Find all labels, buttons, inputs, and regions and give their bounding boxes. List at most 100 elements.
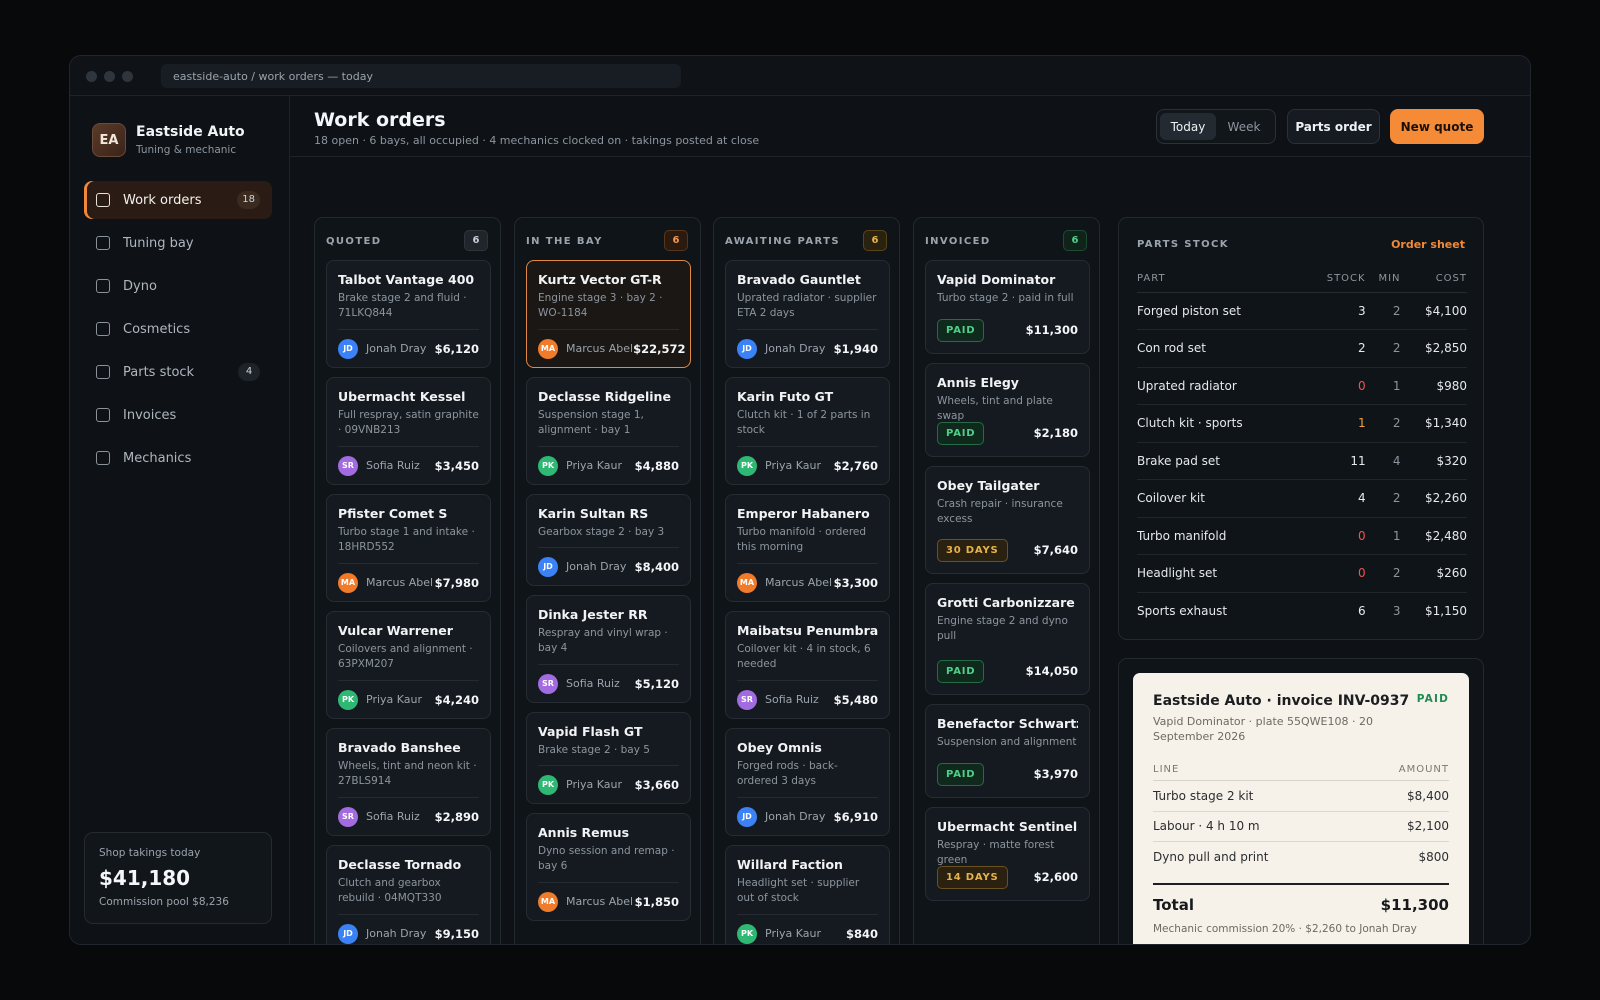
stock-qty: 0 bbox=[1304, 367, 1366, 405]
work-order-card[interactable]: Kurtz Vector GT-R Engine stage 3 · bay 2 … bbox=[526, 260, 691, 368]
work-order-card[interactable]: Obey Omnis Forged rods · back-ordered 3 d… bbox=[725, 728, 890, 836]
mechanic-avatar: MA bbox=[737, 572, 757, 593]
mechanic-name: Sofia Ruiz bbox=[366, 459, 420, 472]
address-bar[interactable]: eastside-auto / work orders — today bbox=[161, 64, 681, 88]
invoice-line-amount: $800 bbox=[1418, 850, 1449, 865]
job-description: Coilovers and alignment · 63PXM207 bbox=[338, 643, 473, 670]
min-qty: 4 bbox=[1365, 442, 1401, 480]
mechanic-name: Jonah Dray bbox=[366, 927, 427, 940]
stock-row[interactable]: Sports exhaust 6 3 $1,150 bbox=[1137, 592, 1467, 630]
job-description: Suspension and alignment bbox=[937, 736, 1077, 748]
vehicle-name: Ubermacht Kessel bbox=[338, 389, 466, 404]
stock-row[interactable]: Con rod set 2 2 $2,850 bbox=[1137, 329, 1467, 368]
work-order-card[interactable]: Declasse Tornado Clutch and gearbox rebui… bbox=[326, 845, 491, 944]
work-order-card[interactable]: Talbot Vantage 400 Brake stage 2 and flui… bbox=[326, 260, 491, 368]
vehicle-name: Karin Futo GT bbox=[737, 389, 834, 404]
payment-status-badge: PAID bbox=[937, 421, 985, 445]
takings-card: Shop takings today $41,180 Commission po… bbox=[84, 832, 272, 924]
column-header: IN THE BAY 6 bbox=[515, 218, 700, 262]
sidebar-item-dyno[interactable]: Dyno bbox=[84, 267, 272, 305]
card-footer: MA Marcus Abel $7,980 bbox=[338, 563, 479, 601]
column-in-the-bay: IN THE BAY 6 Kurtz Vector GT-R Engine stage… bbox=[514, 217, 701, 944]
sidebar-item-tuning-bay[interactable]: Tuning bay bbox=[84, 224, 272, 262]
window-maximize-dot[interactable] bbox=[122, 71, 133, 82]
window-close-dot[interactable] bbox=[86, 71, 97, 82]
mechanic-name: Jonah Dray bbox=[566, 560, 627, 573]
checkbox-icon bbox=[96, 279, 110, 293]
vehicle-name: Benefactor Schwartzer bbox=[937, 716, 1078, 731]
order-amount: $9,150 bbox=[434, 926, 479, 941]
min-qty: 1 bbox=[1365, 367, 1401, 405]
sidebar-item-work-orders[interactable]: Work orders 18 bbox=[84, 181, 272, 219]
job-description: Respray and vinyl wrap · bay 4 bbox=[538, 627, 668, 654]
window-minimize-dot[interactable] bbox=[104, 71, 115, 82]
job-description: Uprated radiator · supplier ETA 2 days bbox=[737, 292, 877, 319]
work-order-card[interactable]: Karin Futo GT Clutch kit · 1 of 2 parts i… bbox=[725, 377, 890, 485]
stock-row[interactable]: Forged piston set 3 2 $4,100 bbox=[1137, 292, 1467, 330]
sidebar-item-parts-stock[interactable]: Parts stock 4 bbox=[84, 353, 272, 391]
work-order-card[interactable]: Ubermacht Sentinel Respray · matte forest… bbox=[925, 807, 1090, 901]
mechanic-avatar: JD bbox=[737, 806, 757, 827]
new-quote-button[interactable]: New quote bbox=[1390, 109, 1484, 144]
invoice-line: Labour · 4 h 10 m $2,100 bbox=[1153, 812, 1449, 842]
vehicle-name: Kurtz Vector GT-R bbox=[538, 272, 662, 287]
invoice-document[interactable]: Eastside Auto · invoice INV-0937 PAID Va… bbox=[1133, 673, 1469, 944]
sidebar-item-cosmetics[interactable]: Cosmetics bbox=[84, 310, 272, 348]
work-order-card[interactable]: Maibatsu Penumbra Coilover kit · 4 in sto… bbox=[725, 611, 890, 719]
stock-row[interactable]: Coilover kit 4 2 $2,260 bbox=[1137, 479, 1467, 518]
mechanic-name: Marcus Abel bbox=[366, 576, 434, 589]
work-order-card[interactable]: Karin Sultan RS Gearbox stage 2 · bay 3 JD… bbox=[526, 494, 691, 586]
stock-row[interactable]: Turbo manifold 0 1 $2,480 bbox=[1137, 517, 1467, 555]
work-order-card[interactable]: Benefactor Schwartzer Suspension and alig… bbox=[925, 704, 1090, 798]
card-footer: PK Priya Kaur $4,880 bbox=[538, 446, 679, 484]
sidebar-item-count-badge: 18 bbox=[237, 191, 260, 209]
range-today-button[interactable]: Today bbox=[1160, 113, 1216, 140]
stock-row[interactable]: Headlight set 0 2 $260 bbox=[1137, 554, 1467, 593]
vehicle-name: Dinka Jester RR bbox=[538, 607, 648, 622]
work-order-card[interactable]: Annis Elegy Wheels, tint and plate swap PA… bbox=[925, 363, 1090, 457]
brand: EA Eastside Auto Tuning & mechanic bbox=[92, 123, 245, 157]
stock-row[interactable]: Brake pad set 11 4 $320 bbox=[1137, 442, 1467, 480]
work-order-card[interactable]: Bravado Gauntlet Uprated radiator · suppl… bbox=[725, 260, 890, 368]
work-order-card[interactable]: Dinka Jester RR Respray and vinyl wrap · … bbox=[526, 595, 691, 703]
stock-row[interactable]: Uprated radiator 0 1 $980 bbox=[1137, 367, 1467, 405]
part-name: Uprated radiator bbox=[1137, 367, 1305, 405]
mechanic-avatar: PK bbox=[538, 774, 558, 795]
main-content: Work orders 18 open · 6 bays, all occupi… bbox=[290, 96, 1530, 944]
work-order-card[interactable]: Willard Faction Headlight set · supplier … bbox=[725, 845, 890, 944]
job-description: Clutch and gearbox rebuild · 04MQT330 bbox=[338, 877, 442, 904]
part-name: Brake pad set bbox=[1137, 442, 1305, 480]
work-order-card[interactable]: Pfister Comet S Turbo stage 1 and intake … bbox=[326, 494, 491, 602]
work-order-card[interactable]: Vulcar Warrener Coilovers and alignment ·… bbox=[326, 611, 491, 719]
job-description: Wheels, tint and plate swap bbox=[937, 395, 1053, 422]
invoice-preview-panel: Eastside Auto · invoice INV-0937 PAID Va… bbox=[1118, 658, 1484, 944]
work-order-card[interactable]: Vapid Flash GT Brake stage 2 · bay 5 PK Pri… bbox=[526, 712, 691, 804]
job-description: Turbo stage 2 · paid in full bbox=[937, 292, 1074, 304]
work-order-card[interactable]: Grotti Carbonizzare Engine stage 2 and dy… bbox=[925, 583, 1090, 695]
work-order-card[interactable]: Ubermacht Kessel Full respray, satin grap… bbox=[326, 377, 491, 485]
stock-row[interactable]: Clutch kit · sports 1 2 $1,340 bbox=[1137, 404, 1467, 443]
vehicle-name: Ubermacht Sentinel bbox=[937, 819, 1078, 834]
parts-stock-table: PART STOCK MIN COST Forged piston set 3 2 $… bbox=[1137, 266, 1467, 630]
work-order-card[interactable]: Emperor Habanero Turbo manifold · ordered… bbox=[725, 494, 890, 602]
invoice-footer: 30 DAYS $7,640 bbox=[937, 538, 1078, 562]
invoice-lines: LINE AMOUNT Turbo stage 2 kit $8,400 Labou… bbox=[1153, 759, 1449, 873]
work-order-card[interactable]: Obey Tailgater Crash repair · insurance e… bbox=[925, 466, 1090, 574]
parts-order-button[interactable]: Parts order bbox=[1287, 109, 1380, 144]
order-sheet-link[interactable]: Order sheet bbox=[1391, 238, 1465, 251]
job-description: Brake stage 2 and fluid · 71LKQ844 bbox=[338, 292, 467, 319]
work-order-card[interactable]: Vapid Dominator Turbo stage 2 · paid in f… bbox=[925, 260, 1090, 354]
column-awaiting-parts: AWAITING PARTS 6 Bravado Gauntlet Uprated r… bbox=[713, 217, 900, 944]
work-order-card[interactable]: Bravado Banshee Wheels, tint and neon kit… bbox=[326, 728, 491, 836]
invoice-title: Eastside Auto · invoice INV-0937 bbox=[1153, 693, 1410, 709]
card-footer: PK Priya Kaur $4,240 bbox=[338, 680, 479, 718]
invoice-line-amount: $8,400 bbox=[1407, 788, 1449, 803]
sidebar-item-invoices[interactable]: Invoices bbox=[84, 396, 272, 434]
range-week-button[interactable]: Week bbox=[1216, 113, 1272, 140]
invoice-status-badge: PAID bbox=[1416, 693, 1449, 705]
sidebar-item-mechanics[interactable]: Mechanics bbox=[84, 439, 272, 477]
work-order-card[interactable]: Annis Remus Dyno session and remap · bay … bbox=[526, 813, 691, 921]
order-amount: $6,910 bbox=[833, 809, 878, 824]
work-order-card[interactable]: Declasse Ridgeline Suspension stage 1, al… bbox=[526, 377, 691, 485]
vehicle-name: Annis Elegy bbox=[937, 375, 1019, 390]
